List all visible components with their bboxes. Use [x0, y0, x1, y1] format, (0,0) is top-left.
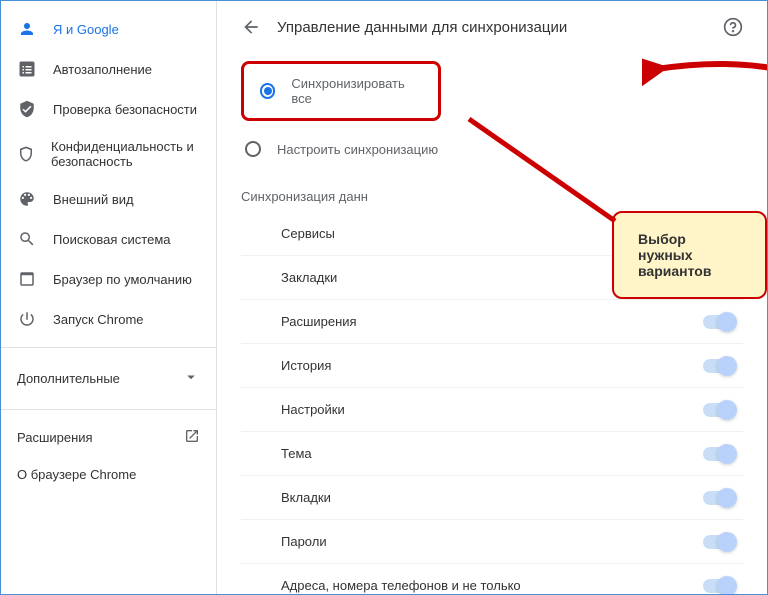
sidebar-item-label: Я и Google	[53, 22, 119, 37]
external-link-icon	[184, 428, 200, 447]
sync-item-label: Сервисы	[281, 226, 335, 241]
browser-icon	[17, 269, 37, 289]
sync-item-label: История	[281, 358, 331, 373]
sync-item-label: Адреса, номера телефонов и не только	[281, 578, 521, 593]
sidebar-item-label: Браузер по умолчанию	[53, 272, 192, 287]
sidebar-item-you-google[interactable]: Я и Google	[1, 9, 216, 49]
sidebar-item-privacy[interactable]: Конфиденциальность и безопасность	[1, 129, 216, 179]
sidebar-item-default-browser[interactable]: Браузер по умолчанию	[1, 259, 216, 299]
sidebar-extensions[interactable]: Расширения	[1, 418, 216, 457]
sync-item-label: Пароли	[281, 534, 327, 549]
autofill-icon	[17, 59, 37, 79]
radio-sync-all[interactable]	[260, 83, 275, 99]
chevron-down-icon	[182, 368, 200, 389]
annotation-arrow-icon	[642, 49, 767, 89]
sync-item-addresses: Адреса, номера телефонов и не только	[241, 564, 743, 594]
page-header: Управление данными для синхронизации	[241, 17, 743, 37]
sync-item-label: Настройки	[281, 402, 345, 417]
sync-item-tabs: Вкладки	[241, 476, 743, 520]
radio-sync-custom[interactable]	[245, 141, 261, 157]
sidebar-item-label: Проверка безопасности	[53, 102, 197, 117]
sync-all-label: Синхронизировать все	[291, 76, 422, 106]
sync-item-theme: Тема	[241, 432, 743, 476]
toggle-addresses[interactable]	[703, 579, 735, 593]
sync-item-label: Вкладки	[281, 490, 331, 505]
sidebar-item-appearance[interactable]: Внешний вид	[1, 179, 216, 219]
sidebar-item-label: Конфиденциальность и безопасность	[51, 139, 200, 169]
sidebar-item-label: Автозаполнение	[53, 62, 152, 77]
help-button[interactable]	[723, 17, 743, 37]
sync-item-label: Тема	[281, 446, 312, 461]
sidebar-advanced-label: Дополнительные	[17, 371, 120, 386]
main-content: Управление данными для синхронизации Син…	[217, 1, 767, 594]
sidebar-item-safety[interactable]: Проверка безопасности	[1, 89, 216, 129]
sidebar-about[interactable]: О браузере Chrome	[1, 457, 216, 492]
toggle-tabs[interactable]	[703, 491, 735, 505]
sidebar-item-search[interactable]: Поисковая система	[1, 219, 216, 259]
sync-item-settings: Настройки	[241, 388, 743, 432]
safety-check-icon	[17, 99, 37, 119]
sidebar-item-startup[interactable]: Запуск Chrome	[1, 299, 216, 339]
sync-item-passwords: Пароли	[241, 520, 743, 564]
sidebar-item-label: Поисковая система	[53, 232, 171, 247]
page-title: Управление данными для синхронизации	[277, 19, 723, 36]
sync-item-label: Расширения	[281, 314, 357, 329]
back-button[interactable]	[241, 17, 261, 37]
sidebar-about-label: О браузере Chrome	[17, 467, 136, 482]
sync-item-label: Закладки	[281, 270, 337, 285]
sync-all-option[interactable]: Синхронизировать все	[241, 61, 441, 121]
sidebar-item-label: Внешний вид	[53, 192, 134, 207]
annotation-arrow-icon	[457, 111, 767, 371]
power-icon	[17, 309, 37, 329]
sidebar-item-autofill[interactable]: Автозаполнение	[1, 49, 216, 89]
toggle-passwords[interactable]	[703, 535, 735, 549]
sync-custom-label: Настроить синхронизацию	[277, 142, 438, 157]
shield-icon	[17, 144, 35, 164]
sidebar: Я и Google Автозаполнение Проверка безоп…	[1, 1, 217, 594]
toggle-theme[interactable]	[703, 447, 735, 461]
sidebar-extensions-label: Расширения	[17, 430, 93, 445]
search-icon	[17, 229, 37, 249]
person-icon	[17, 19, 37, 39]
palette-icon	[17, 189, 37, 209]
toggle-settings[interactable]	[703, 403, 735, 417]
sidebar-advanced[interactable]: Дополнительные	[1, 356, 216, 401]
sidebar-item-label: Запуск Chrome	[53, 312, 144, 327]
